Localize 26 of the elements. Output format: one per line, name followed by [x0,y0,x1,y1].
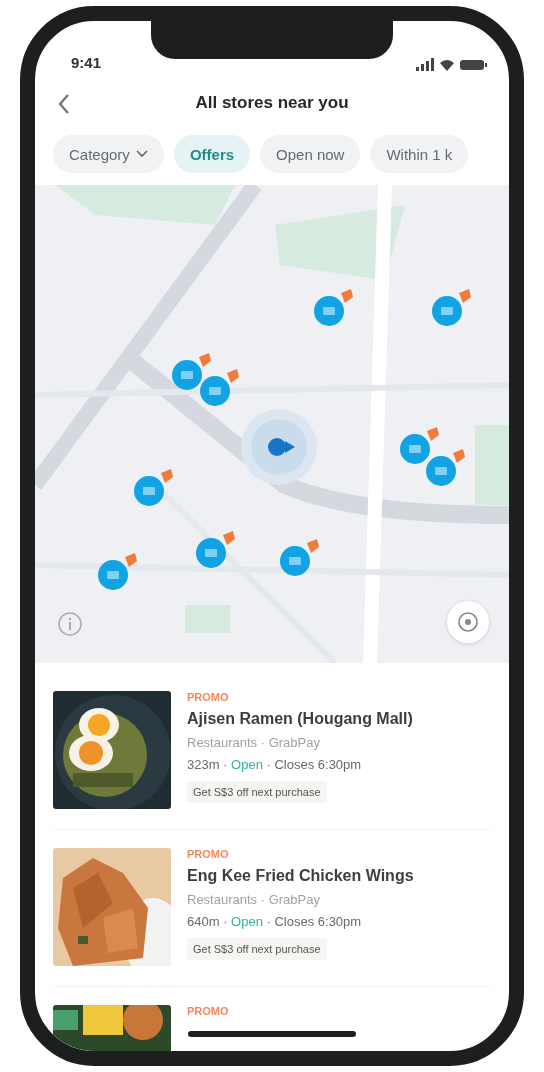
status-time: 9:41 [71,54,102,71]
promo-label: PROMO [187,1005,229,1017]
promo-label: PROMO [187,691,230,703]
locate-icon [456,610,480,634]
wifi-icon [440,58,454,71]
info-button[interactable] [55,609,85,639]
store-category: Restaurants · GrabPay [187,892,321,907]
battery-icon [460,59,487,70]
store-category: Restaurants · GrabPay [187,735,321,750]
info-icon [57,611,83,637]
promo-label: PROMO [187,848,230,860]
store-hours: 323m · Open · Closes 6:30pm [187,757,363,772]
chevron-down-icon [135,150,148,158]
store-name[interactable]: Ajisen Ramen (Hougang Mall) [187,710,413,728]
current-location-icon [249,417,309,477]
offer-badge: Get S$3 off next purchase [187,938,327,960]
offer-badge: Get S$3 off next purchase [187,781,327,803]
filter-dropdown[interactable]: Category [53,135,164,173]
filter-chip[interactable]: Open now [260,135,361,173]
store-hours: 640m · Open · Closes 6:30pm [187,914,363,929]
store-name[interactable]: Eng Kee Fried Chicken Wings [187,867,414,885]
signal-icon [416,58,434,71]
filter-chip[interactable]: Offers [173,135,251,173]
back-icon [57,93,71,115]
page-title: All stores near you [195,93,349,113]
filter-chip[interactable]: Within 1 k [370,135,469,173]
